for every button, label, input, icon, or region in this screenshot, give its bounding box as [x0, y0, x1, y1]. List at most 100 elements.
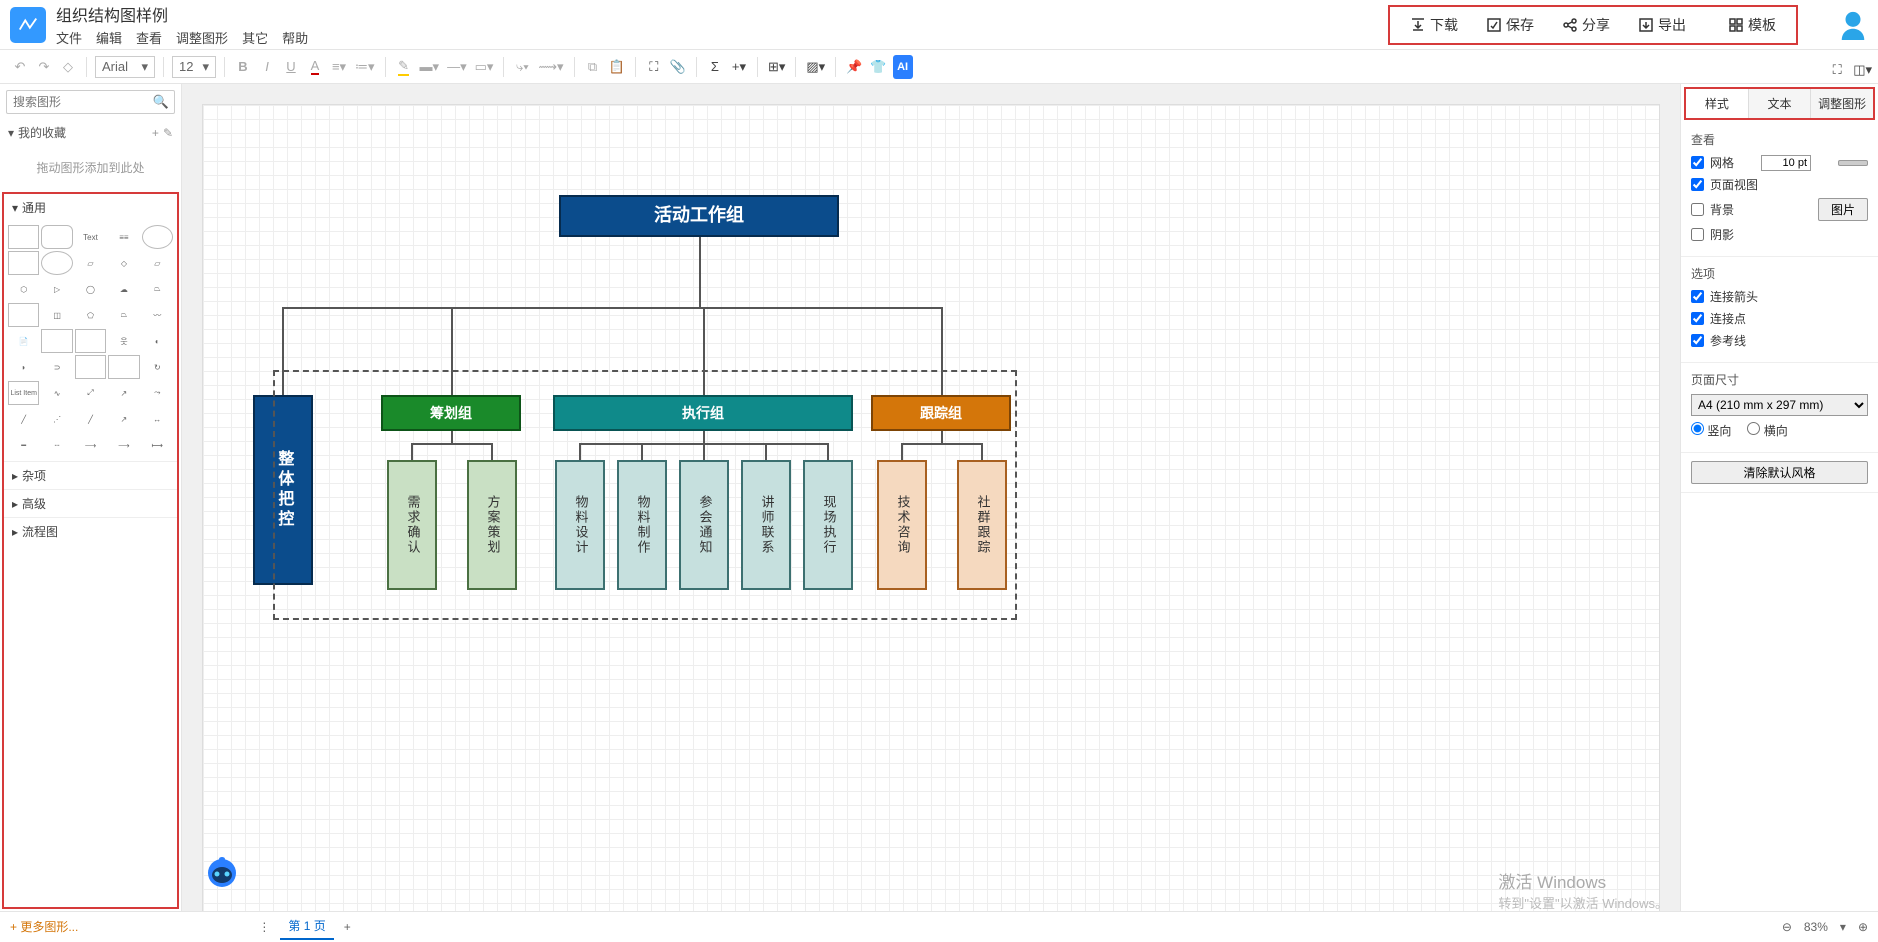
- org-leaf-4[interactable]: 物料制作: [617, 460, 667, 590]
- shape-arrow-round[interactable]: ↻: [142, 355, 173, 379]
- shape-list[interactable]: List Item: [8, 381, 39, 405]
- zoom-level[interactable]: 83%: [1804, 920, 1828, 934]
- app-logo[interactable]: [10, 7, 46, 43]
- conn-point-checkbox[interactable]: [1691, 312, 1704, 325]
- shape-arrow-both[interactable]: ↔: [142, 407, 173, 431]
- shape-and[interactable]: ⊃: [41, 355, 72, 379]
- formula-button[interactable]: Σ: [705, 55, 725, 79]
- shape-data[interactable]: [75, 355, 106, 379]
- shape-doc[interactable]: [41, 329, 72, 353]
- paste-style-button[interactable]: 📋: [607, 55, 627, 79]
- crop-button[interactable]: ⛶: [644, 55, 664, 79]
- shape-conn-arrow[interactable]: ⟶: [75, 433, 106, 457]
- canvas-button[interactable]: ▨▾: [804, 55, 827, 79]
- org-side-node[interactable]: 整体把控: [253, 395, 313, 585]
- bold-button[interactable]: B: [233, 55, 253, 79]
- shape-note[interactable]: 📄: [8, 329, 39, 353]
- shape-conn-dash[interactable]: ┄: [41, 433, 72, 457]
- shape-cube[interactable]: ◫: [41, 303, 72, 327]
- shape-circle[interactable]: [41, 251, 72, 275]
- org-leaf-1[interactable]: 需求确认: [387, 460, 437, 590]
- pin-icon[interactable]: 📌: [844, 55, 864, 79]
- section-flowchart[interactable]: ▸流程图: [4, 517, 177, 545]
- shape-arrow[interactable]: ↗: [108, 381, 139, 405]
- italic-button[interactable]: I: [257, 55, 277, 79]
- section-general[interactable]: ▾通用: [4, 194, 177, 221]
- font-family-select[interactable]: Arial ▾: [95, 56, 155, 78]
- zoom-in-button[interactable]: ⊕: [1858, 920, 1868, 934]
- add-page-button[interactable]: +: [344, 920, 351, 934]
- search-icon[interactable]: 🔍: [153, 94, 169, 110]
- font-size-select[interactable]: 12 ▾: [172, 56, 216, 78]
- background-checkbox[interactable]: [1691, 203, 1704, 216]
- grid-checkbox[interactable]: [1691, 156, 1704, 169]
- shape-line[interactable]: ╱: [8, 407, 39, 431]
- shape-card[interactable]: [8, 303, 39, 327]
- menu-file[interactable]: 文件: [56, 28, 82, 47]
- org-leaf-2[interactable]: 方案策划: [467, 460, 517, 590]
- portrait-radio[interactable]: 竖向: [1691, 422, 1731, 439]
- tab-arrange[interactable]: 调整图形: [1811, 89, 1873, 118]
- document-title[interactable]: 组织结构图样例: [56, 2, 308, 26]
- shape-container[interactable]: [108, 355, 139, 379]
- shape-or[interactable]: ◗: [8, 355, 39, 379]
- shape-cylinder[interactable]: ◯: [75, 277, 106, 301]
- menu-arrange[interactable]: 调整图形: [176, 28, 228, 47]
- shape-search-input[interactable]: [6, 90, 175, 114]
- org-leaf-6[interactable]: 讲师联系: [741, 460, 791, 590]
- shape-hexagon[interactable]: ⬡: [8, 277, 39, 301]
- edit-favorite-icon[interactable]: ✎: [163, 126, 173, 140]
- tab-style[interactable]: 样式: [1686, 89, 1749, 118]
- shape-trap2[interactable]: ⏢: [108, 303, 139, 327]
- undo-button[interactable]: ↶: [10, 55, 30, 79]
- shape-process[interactable]: ▱: [75, 251, 106, 275]
- highlight-button[interactable]: ✎: [394, 55, 414, 79]
- shape-conn-arrow2[interactable]: ⟶: [108, 433, 139, 457]
- shape-zigzag[interactable]: ⤳: [142, 381, 173, 405]
- shape-conn-dot[interactable]: ⟼: [142, 433, 173, 457]
- pageview-checkbox[interactable]: [1691, 178, 1704, 191]
- line-style-button[interactable]: —▾: [445, 55, 469, 79]
- shape-style-button[interactable]: ▭▾: [473, 55, 496, 79]
- save-button[interactable]: 保存: [1472, 11, 1548, 39]
- shape-actor[interactable]: 웃: [108, 329, 139, 353]
- org-group-planning[interactable]: 筹划组: [381, 395, 521, 431]
- shape-card2[interactable]: [75, 329, 106, 353]
- underline-button[interactable]: U: [281, 55, 301, 79]
- fill-color-button[interactable]: ▬▾: [418, 55, 442, 79]
- org-group-tracking[interactable]: 跟踪组: [871, 395, 1011, 431]
- conn-arrow-checkbox[interactable]: [1691, 290, 1704, 303]
- table-button[interactable]: ⊞▾: [766, 55, 787, 79]
- org-leaf-9[interactable]: 社群跟踪: [957, 460, 1007, 590]
- menu-edit[interactable]: 编辑: [96, 28, 122, 47]
- favorites-header[interactable]: ▾我的收藏 +✎: [0, 120, 181, 145]
- shape-square[interactable]: [8, 251, 39, 275]
- fullscreen-icon[interactable]: ⛶: [1827, 58, 1847, 82]
- more-shapes-button[interactable]: + 更多图形...: [10, 918, 78, 935]
- shape-dashline[interactable]: ⋰: [41, 407, 72, 431]
- redo-button[interactable]: ↷: [34, 55, 54, 79]
- org-leaf-7[interactable]: 现场执行: [803, 460, 853, 590]
- export-button[interactable]: 导出: [1624, 11, 1700, 39]
- align-button[interactable]: ≡▾: [329, 55, 349, 79]
- section-misc[interactable]: ▸杂项: [4, 461, 177, 489]
- magic-icon[interactable]: ◇: [58, 55, 78, 79]
- shape-roundrect[interactable]: [41, 225, 72, 249]
- list-button[interactable]: ≔▾: [353, 55, 377, 79]
- page-size-select[interactable]: A4 (210 mm x 297 mm): [1691, 394, 1868, 416]
- download-button[interactable]: 下载: [1396, 11, 1472, 39]
- org-group-execution[interactable]: 执行组: [553, 395, 853, 431]
- waypoint-button[interactable]: ⟿▾: [536, 55, 565, 79]
- page-tab-1[interactable]: 第 1 页: [280, 913, 333, 940]
- font-color-button[interactable]: A: [305, 55, 325, 79]
- shape-tape[interactable]: 〰: [142, 303, 173, 327]
- menu-help[interactable]: 帮助: [282, 28, 308, 47]
- shape-diamond[interactable]: ◇: [108, 251, 139, 275]
- zoom-out-button[interactable]: ⊖: [1782, 920, 1792, 934]
- shape-cloud[interactable]: ☁: [108, 277, 139, 301]
- ai-button[interactable]: AI: [893, 55, 913, 79]
- shape-line2[interactable]: ╱: [75, 407, 106, 431]
- shape-rect[interactable]: [8, 225, 39, 249]
- shape-step[interactable]: ⬠: [75, 303, 106, 327]
- panel-toggle-icon[interactable]: ◫▾: [1851, 58, 1874, 82]
